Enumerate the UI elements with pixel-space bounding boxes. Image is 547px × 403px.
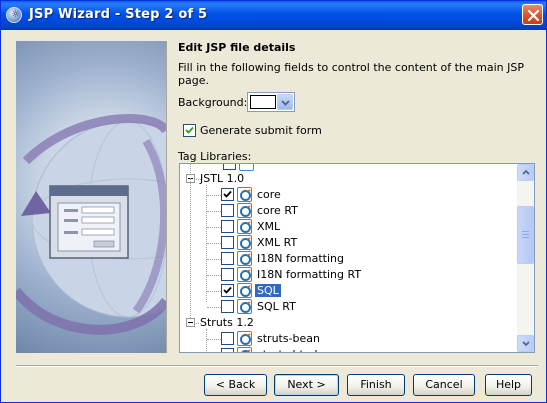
item-label-selected: SQL bbox=[255, 284, 281, 297]
next-button[interactable]: Next > bbox=[274, 374, 339, 396]
tree-item-core-rt[interactable]: core RT bbox=[180, 203, 518, 219]
tree-item-i18n-rt[interactable]: I18N formatting RT bbox=[180, 267, 518, 283]
globe-window-illustration bbox=[16, 114, 166, 335]
item-checkbox[interactable] bbox=[221, 268, 234, 281]
tag-library-icon bbox=[237, 203, 252, 218]
tree-group-jstl[interactable]: JSTL 1.0 bbox=[180, 171, 518, 187]
background-color-combo[interactable] bbox=[247, 92, 295, 112]
item-checkbox[interactable] bbox=[221, 204, 234, 217]
group-label: JSTL 1.0 bbox=[200, 172, 245, 185]
tree-item-sql-rt[interactable]: SQL RT bbox=[180, 299, 518, 315]
tree-item-xml-rt[interactable]: XML RT bbox=[180, 235, 518, 251]
tree-scrollbar[interactable] bbox=[517, 164, 534, 352]
close-x-icon bbox=[527, 9, 540, 22]
item-label: XML RT bbox=[257, 236, 298, 249]
tree-checkbox[interactable] bbox=[223, 164, 236, 170]
check-icon bbox=[223, 190, 232, 198]
help-button[interactable]: Help bbox=[485, 374, 532, 396]
cancel-button[interactable]: Cancel bbox=[413, 374, 475, 396]
item-checkbox[interactable] bbox=[221, 236, 234, 249]
close-button[interactable] bbox=[522, 4, 543, 25]
tag-library-icon bbox=[237, 235, 252, 250]
group-label: Struts 1.2 bbox=[200, 316, 254, 329]
item-checkbox[interactable] bbox=[221, 332, 234, 345]
item-label: I18N formatting bbox=[257, 252, 344, 265]
step-description: Fill in the following fields to control … bbox=[178, 61, 524, 87]
chevron-down-icon bbox=[281, 100, 290, 106]
item-checkbox[interactable] bbox=[221, 252, 234, 265]
generate-submit-form-label[interactable]: Generate submit form bbox=[200, 124, 322, 137]
back-button[interactable]: < Back bbox=[204, 374, 267, 396]
tree-item-xml[interactable]: XML bbox=[180, 219, 518, 235]
chevron-down-icon bbox=[522, 341, 530, 346]
tree-group-struts[interactable]: Struts 1.2 bbox=[180, 315, 518, 331]
tag-library-icon bbox=[237, 187, 252, 202]
item-label: struts-html bbox=[257, 348, 318, 352]
title-bar[interactable]: ☼ JSP Wizard - Step 2 of 5 bbox=[1, 1, 546, 30]
item-label: XML bbox=[257, 220, 281, 233]
scroll-up-button[interactable] bbox=[517, 164, 534, 181]
item-checkbox[interactable] bbox=[221, 348, 234, 352]
item-label: I18N formatting RT bbox=[257, 268, 362, 281]
tree-item-struts-bean[interactable]: struts-bean bbox=[180, 331, 518, 347]
footer-divider bbox=[16, 365, 538, 367]
tree-root-guide-line bbox=[190, 178, 191, 318]
wizard-illustration bbox=[16, 41, 166, 353]
item-checkbox[interactable] bbox=[221, 300, 234, 313]
check-icon bbox=[223, 286, 232, 294]
window-title: JSP Wizard - Step 2 of 5 bbox=[29, 7, 208, 22]
tag-library-icon bbox=[237, 347, 252, 352]
tag-library-icon bbox=[237, 299, 252, 314]
tag-library-icon bbox=[239, 164, 254, 171]
tree-item-struts-html[interactable]: struts-html bbox=[180, 347, 518, 352]
combo-dropdown-button[interactable] bbox=[277, 94, 293, 110]
sun-java-icon: ☼ bbox=[6, 7, 22, 23]
details-panel: Edit JSP file details Fill in the follow… bbox=[167, 41, 543, 353]
item-label: struts-bean bbox=[257, 332, 321, 345]
tag-libraries-label: Tag Libraries: bbox=[178, 150, 252, 163]
tag-library-icon bbox=[237, 331, 252, 346]
scroll-thumb[interactable] bbox=[517, 206, 534, 264]
tree-item-core[interactable]: core bbox=[180, 187, 518, 203]
tree-item-sql[interactable]: SQL bbox=[180, 283, 518, 299]
item-checkbox[interactable] bbox=[221, 284, 234, 297]
scroll-down-button[interactable] bbox=[517, 335, 534, 352]
item-label: core bbox=[257, 188, 281, 201]
item-label: SQL RT bbox=[257, 300, 296, 313]
step-heading: Edit JSP file details bbox=[178, 41, 296, 54]
background-color-swatch bbox=[250, 95, 276, 109]
tag-library-icon bbox=[237, 251, 252, 266]
tag-library-icon bbox=[237, 283, 252, 298]
tag-library-icon bbox=[237, 219, 252, 234]
item-checkbox[interactable] bbox=[221, 220, 234, 233]
chevron-up-icon bbox=[522, 170, 530, 175]
tag-library-icon bbox=[237, 267, 252, 282]
item-checkbox[interactable] bbox=[221, 188, 234, 201]
background-label: Background: bbox=[178, 96, 248, 109]
jsp-wizard-dialog: ☼ JSP Wizard - Step 2 of 5 Edit JSP file… bbox=[0, 0, 547, 403]
generate-submit-form-checkbox[interactable] bbox=[183, 124, 196, 137]
tree-viewport: JSTL 1.0 core core RT XML XML RT I18N fo… bbox=[180, 164, 518, 352]
tree-item-i18n[interactable]: I18N formatting bbox=[180, 251, 518, 267]
check-icon bbox=[185, 126, 194, 134]
finish-button[interactable]: Finish bbox=[347, 374, 405, 396]
item-label: core RT bbox=[257, 204, 298, 217]
collapse-icon[interactable] bbox=[186, 318, 195, 327]
tag-libraries-tree[interactable]: JSTL 1.0 core core RT XML XML RT I18N fo… bbox=[179, 163, 535, 353]
